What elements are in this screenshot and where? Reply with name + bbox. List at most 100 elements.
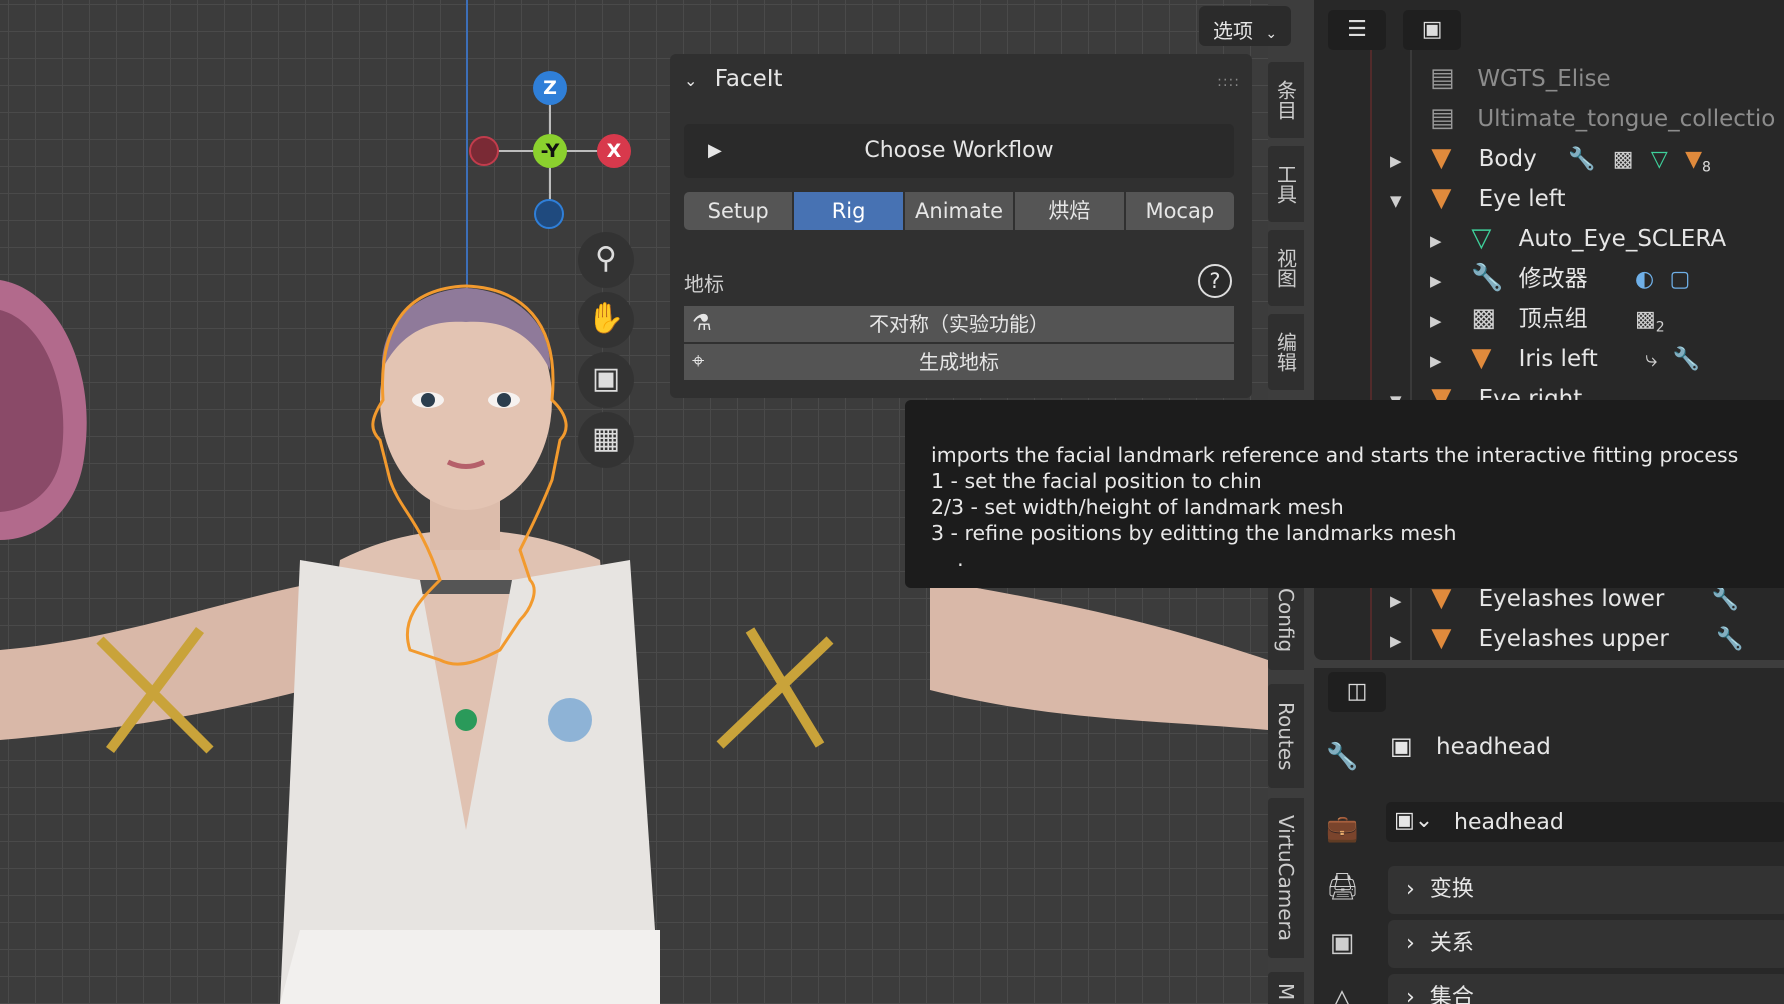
gizmo-x-ball[interactable]: X [597, 134, 631, 168]
collections-label: 集合 [1429, 985, 1474, 1004]
expand-triangle-icon[interactable]: ▶ [1390, 621, 1424, 661]
generate-landmarks-label: 生成地标 [919, 350, 999, 374]
collapse-triangle-icon[interactable]: ▼ [1390, 181, 1424, 221]
display-mode-icon[interactable]: ☰ [1328, 10, 1386, 50]
mesh-object-icon: ▼ [1431, 623, 1452, 653]
side-tab-edit-label: 编辑 [1273, 332, 1298, 372]
item-label: WGTS_Elise [1477, 66, 1611, 92]
tool-settings-icon[interactable]: 🔧 [1326, 742, 1358, 774]
list-item[interactable]: ▶ ▩ 顶点组 ▩2 [1430, 298, 1665, 338]
mesh-data-icon: ▽ [1471, 223, 1492, 253]
badge-count: 8 [1701, 159, 1711, 176]
expand-triangle-icon[interactable]: ▶ [1430, 341, 1464, 381]
side-tab-edit[interactable]: 编辑 [1268, 314, 1304, 390]
side-tab-view[interactable]: 视图 [1268, 230, 1304, 306]
drag-grip-icon[interactable]: :::: [1217, 74, 1240, 90]
scene-icon[interactable]: △ [1326, 984, 1358, 1004]
item-label: Auto_Eye_SCLERA [1518, 226, 1727, 252]
tab-bake-label: 烘焙 [1048, 199, 1091, 223]
render-icon[interactable]: 💼 [1326, 814, 1358, 846]
side-tab-virtucamera[interactable]: VirtuCamera [1268, 798, 1304, 958]
gizmo-z-ball[interactable]: Z [533, 71, 567, 105]
tooltip-line: . [931, 547, 964, 571]
transform-label: 变换 [1429, 877, 1474, 902]
item-label: 修改器 [1518, 266, 1588, 292]
gizmo-y-ball[interactable]: -Y [533, 134, 567, 168]
grid-view-icon[interactable]: ▦ [578, 412, 634, 468]
flask-icon: ⚗ [692, 311, 712, 336]
side-tab-m-label: M [1274, 983, 1298, 1001]
object-name-field[interactable] [1446, 804, 1776, 840]
chevron-down-icon: ⌄ [1265, 26, 1278, 42]
chevron-right-icon: › [1406, 877, 1415, 902]
tab-rig[interactable]: Rig [794, 192, 903, 230]
wrench-icon: 🔧 [1711, 587, 1740, 612]
hand-pan-icon[interactable]: ✋ [578, 292, 634, 348]
tab-rig-label: Rig [831, 199, 866, 223]
help-icon[interactable]: ? [1198, 264, 1232, 298]
faceit-panel: ⌄ FaceIt :::: ▶ Choose Workflow Setup Ri… [670, 54, 1252, 398]
list-item[interactable]: ▼ ▼ Eye left [1390, 178, 1565, 218]
tab-bake[interactable]: 烘焙 [1015, 192, 1124, 230]
list-item[interactable]: ▤ WGTS_Elise [1430, 58, 1611, 98]
gizmo-neg-z-ball[interactable] [534, 199, 564, 229]
workflow-tabs: Setup Rig Animate 烘焙 Mocap [684, 192, 1235, 230]
mesh-object-icon: ▼ [1431, 143, 1452, 173]
gizmo-z-label: Z [543, 77, 557, 99]
generate-landmarks-button[interactable]: ⌖ 生成地标 [684, 344, 1234, 380]
list-item[interactable]: ▤ Ultimate_tongue_collectio [1430, 98, 1775, 138]
collections-section[interactable]: › 集合 [1388, 974, 1784, 1004]
object-selector[interactable]: ▣⌄ [1386, 802, 1784, 842]
side-tab-item[interactable]: 条目 [1268, 62, 1304, 138]
zoom-icon[interactable]: ⚲ [578, 232, 634, 288]
list-item[interactable]: ▶ ▼ Iris left ⤷ 🔧 [1430, 338, 1700, 378]
collection-icon: ▤ [1430, 63, 1455, 93]
mesh-object-icon: ▼ [1431, 183, 1452, 213]
expand-triangle-icon[interactable]: ▶ [1430, 221, 1464, 261]
panel-header[interactable]: ⌄ FaceIt [684, 66, 783, 92]
view-layer-icon[interactable]: ▣ [1326, 928, 1358, 960]
object-icon: ▣ [1390, 732, 1413, 760]
object-name: headhead [1436, 734, 1551, 760]
item-label: Eyelashes lower [1478, 586, 1665, 612]
tab-mocap[interactable]: Mocap [1125, 192, 1235, 230]
options-dropdown[interactable]: 选项 ⌄ [1199, 6, 1291, 46]
item-label: Eyelashes upper [1478, 626, 1669, 652]
side-tab-routes[interactable]: Routes [1268, 684, 1304, 788]
modifier-icon: ▢ [1669, 267, 1691, 292]
expand-triangle-icon[interactable]: ▶ [1430, 261, 1464, 301]
wrench-icon: 🔧 [1672, 347, 1701, 372]
relations-section[interactable]: › 关系 [1388, 920, 1784, 968]
wrench-icon: 🔧 [1471, 263, 1504, 293]
gizmo-x-label: X [606, 140, 622, 162]
tab-animate[interactable]: Animate [904, 192, 1014, 230]
outliner-header: ☰ ▣ [1328, 10, 1473, 50]
expand-triangle-icon[interactable]: ▶ [1390, 141, 1424, 181]
material-badge-icon: ▼8 [1685, 147, 1711, 176]
collection-icon: ▤ [1430, 103, 1455, 133]
tab-setup[interactable]: Setup [684, 192, 793, 230]
side-tab-m[interactable]: M [1268, 972, 1304, 1004]
item-label: Iris left [1518, 346, 1598, 372]
view-layer-icon[interactable]: ▣ [1403, 10, 1462, 50]
gizmo-y-label: -Y [540, 140, 560, 162]
tooltip-line: 2/3 - set width/height of landmark mesh [931, 495, 1344, 519]
camera-icon[interactable]: ▣ [578, 352, 634, 408]
list-item[interactable]: ▶ ▽ Auto_Eye_SCLERA [1430, 218, 1726, 258]
output-icon[interactable]: 🖨 [1326, 872, 1359, 904]
item-label: Body [1478, 146, 1537, 172]
list-item[interactable]: ▶ ▼ Eyelashes upper 🔧 [1390, 618, 1744, 658]
badge-count: 2 [1655, 319, 1665, 336]
choose-workflow-button[interactable]: ▶ Choose Workflow [684, 124, 1234, 178]
asymmetry-button[interactable]: ⚗ 不对称（实验功能） [684, 306, 1234, 342]
list-item[interactable]: ▶ ▼ Body 🔧 ▩ ▽ ▼8 [1390, 138, 1711, 178]
side-tab-tool[interactable]: 工具 [1268, 146, 1304, 222]
properties-tab-bar: 🔧 💼 🖨 ▣ △ [1314, 668, 1370, 1004]
gizmo-neg-x-ball[interactable] [469, 136, 499, 166]
properties-panel: ◫ 🔧 💼 🖨 ▣ △ ▣ headhead ▣⌄ › 变换 › 关系 › 集合 [1314, 668, 1784, 1004]
expand-triangle-icon[interactable]: ▶ [1430, 301, 1464, 341]
options-label: 选项 [1213, 19, 1253, 43]
list-item[interactable]: ▶ 🔧 修改器 ◐ ▢ [1430, 258, 1690, 298]
transform-section[interactable]: › 变换 [1388, 866, 1784, 914]
side-tab-view-label: 视图 [1273, 248, 1298, 288]
